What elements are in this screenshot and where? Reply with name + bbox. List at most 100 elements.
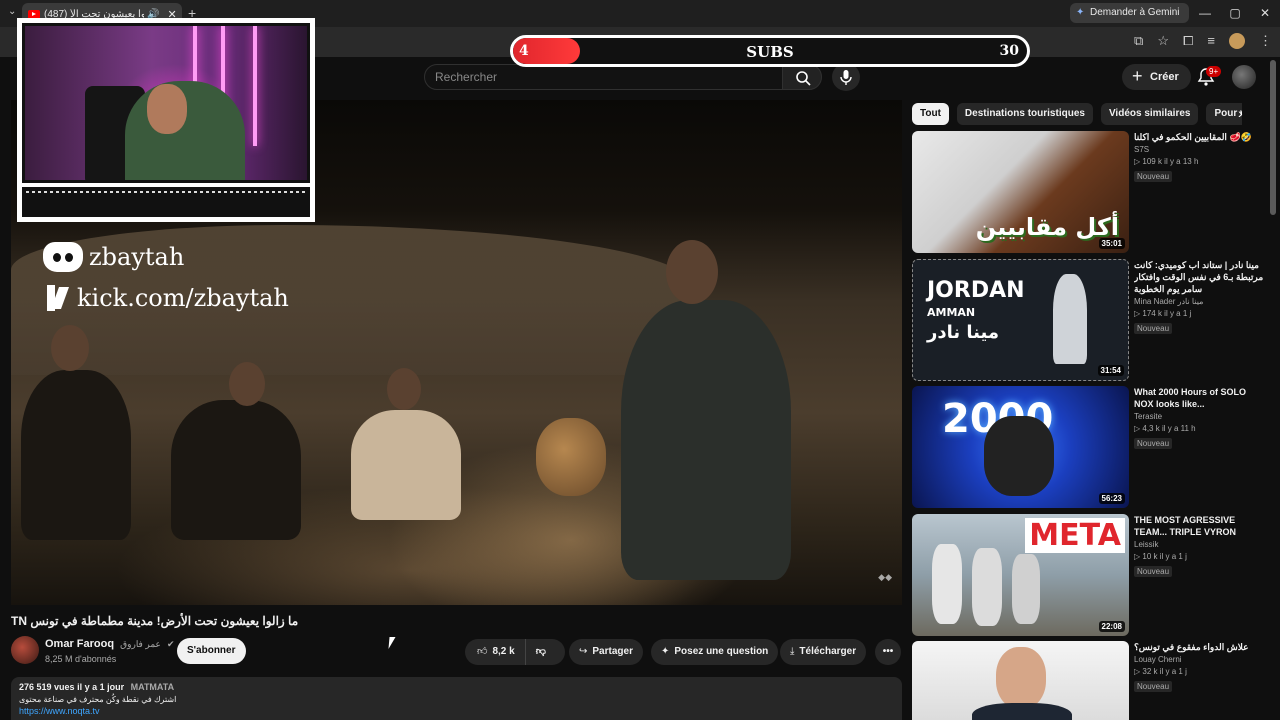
view-count: 276 519 vues [19, 682, 75, 692]
new-badge: Nouveau [1134, 566, 1173, 577]
webcam-frame-strip [22, 187, 310, 217]
channel-alias: عمر فاروق [120, 639, 161, 649]
recommendation-title[interactable]: المقابيين الحكمو في اكلنا 🥩🤣 [1134, 131, 1266, 143]
subs-goal-bar: 4 SUBS 30 [510, 35, 1030, 67]
thumbnail-character [972, 548, 1002, 626]
search-icon [796, 71, 811, 86]
recommendation-info: المقابيين الحكمو في اكلنا 🥩🤣 S7S ▷ 109 k… [1134, 131, 1266, 184]
notifications-badge: 9+ [1206, 66, 1222, 77]
recommendation-title[interactable]: THE MOST AGRESSIVE TEAM... TRIPLE VYRON [1134, 514, 1266, 538]
recommendation-channel[interactable]: Leissik [1134, 540, 1266, 549]
recommendation-item[interactable]: 2000 56:23 What 2000 Hours of SOLO NOX l… [912, 386, 1272, 508]
video-thumbnail[interactable]: أكل مقابيين 35:01 [912, 131, 1129, 253]
description-line: اشترك في نقطة وكُن محترف في صناعة محتوى [19, 695, 177, 704]
webcam-feed [22, 23, 310, 183]
new-badge: Nouveau [1134, 438, 1173, 449]
description-box[interactable]: 276 519 vues il y a 1 jour MATMATA اشترك… [11, 677, 902, 720]
recommendation-title[interactable]: مينا نادر | ستاند اب كوميدي: كانت مرتبطة… [1134, 259, 1266, 295]
create-button[interactable]: Créer [1122, 63, 1191, 90]
cast-icon[interactable]: ⧉ [1134, 33, 1143, 49]
maximize-button[interactable]: ▢ [1220, 0, 1250, 27]
sparkle-icon: ✦ [661, 646, 670, 657]
minimize-button[interactable]: — [1190, 0, 1220, 27]
subscriber-count: 8,25 M d'abonnés [45, 654, 117, 664]
video-frame-person [171, 400, 301, 540]
recommendation-title[interactable]: علاش الدواء مفقوع في تونس؟ [1134, 641, 1266, 653]
video-duration: 31:54 [1097, 365, 1124, 376]
video-frame-person [621, 300, 791, 580]
recommendation-info: مينا نادر | ستاند اب كوميدي: كانت مرتبطة… [1134, 259, 1266, 336]
microphone-icon [840, 70, 852, 85]
browser-menu-icon[interactable]: ⋮ [1259, 33, 1272, 49]
ask-gemini-button[interactable]: Demander à Gemini [1070, 3, 1190, 23]
channel-name-text[interactable]: Omar Farooq [45, 638, 114, 650]
new-badge: Nouveau [1134, 171, 1173, 182]
hashtag[interactable]: MATMATA [131, 682, 174, 692]
download-button[interactable]: ⤓ Télécharger [780, 639, 867, 665]
subs-goal: 30 [999, 43, 1019, 59]
video-frame-face [229, 362, 265, 406]
kick-text: kick.com/zbaytah [77, 284, 289, 312]
recommendation-stats: ▷ 10 k il y a 1 j [1134, 552, 1187, 561]
chip-similar-videos[interactable]: Vidéos similaires [1100, 103, 1199, 125]
chip-all[interactable]: Tout [912, 103, 949, 125]
voice-search-button[interactable] [832, 63, 860, 91]
recommendation-channel[interactable]: Mina Nader مينا نادر [1134, 297, 1266, 306]
video-duration: 22:08 [1098, 621, 1125, 632]
tab-search-chevron-icon[interactable]: ⌄ [8, 6, 16, 17]
description-meta: 276 519 vues il y a 1 jour MATMATA [19, 682, 894, 692]
page-scrollbar[interactable] [1270, 60, 1276, 215]
upload-date: il y a 1 jour [77, 682, 125, 692]
thumbnail-character [1012, 554, 1040, 624]
chips-next-chevron-icon[interactable]: › [1238, 105, 1243, 121]
search-button[interactable] [782, 64, 822, 90]
video-thumbnail[interactable] [912, 641, 1129, 720]
filter-chips: Tout Destinations touristiques Vidéos si… [912, 103, 1242, 125]
recommendation-channel[interactable]: Terasite [1134, 412, 1266, 421]
video-duration: 35:01 [1098, 238, 1125, 249]
chip-tourist-destinations[interactable]: Destinations touristiques [956, 103, 1093, 125]
account-avatar[interactable] [1232, 65, 1256, 89]
toolbar-icons: ⧉ ☆ ⧠ ≡ ⋮ [1134, 33, 1272, 49]
recommendation-channel[interactable]: S7S [1134, 145, 1266, 154]
video-thumbnail[interactable]: META 22:08 [912, 514, 1129, 636]
like-button[interactable]: 👍︎ 8,2 k [465, 639, 526, 665]
thumbnail-person-body [972, 703, 1072, 720]
share-label: Partager [592, 646, 633, 657]
recommendation-channel[interactable]: Louay Cherni [1134, 655, 1266, 664]
thumbnail-arabic-text: مينا نادر [927, 322, 999, 343]
ask-question-button[interactable]: ✦ Posez une question [651, 639, 779, 665]
thumbnail-text: META [1025, 518, 1125, 553]
description-link[interactable]: https://www.noqta.tv [19, 706, 894, 716]
recommendation-title[interactable]: What 2000 Hours of SOLO NOX looks like..… [1134, 386, 1266, 410]
recommendation-item[interactable]: JORDAN AMMAN مينا نادر 31:54 مينا نادر |… [912, 259, 1272, 381]
search-input[interactable]: Rechercher [424, 64, 784, 90]
recommendation-stats: ▷ 109 k il y a 13 h [1134, 157, 1199, 166]
video-thumbnail[interactable]: 2000 56:23 [912, 386, 1129, 508]
recommendation-info: علاش الدواء مفقوع في تونس؟ Louay Cherni … [1134, 641, 1266, 694]
recommendation-stats: ▷ 174 k il y a 1 j [1134, 309, 1192, 318]
video-title: TN ما زالوا يعيشون تحت الأرض! مدينة مطما… [11, 614, 299, 628]
close-window-button[interactable]: ✕ [1250, 0, 1280, 27]
thumbnail-character [984, 416, 1054, 496]
recommendation-stats: ▷ 4,3 k il y a 11 h [1134, 424, 1196, 433]
discord-text: zbaytah [89, 243, 185, 271]
recommendation-item[interactable]: أكل مقابيين 35:01 المقابيين الحكمو في اك… [912, 131, 1272, 253]
recommendation-info: What 2000 Hours of SOLO NOX looks like..… [1134, 386, 1266, 451]
dislike-button[interactable]: 👎︎ [526, 639, 556, 665]
recommendation-item[interactable]: META 22:08 THE MOST AGRESSIVE TEAM... TR… [912, 514, 1272, 636]
video-thumbnail[interactable]: JORDAN AMMAN مينا نادر 31:54 [912, 259, 1129, 381]
channel-name[interactable]: Omar Farooq عمر فاروق ✔ [45, 638, 175, 650]
chip-for-you[interactable]: Pour vous [1206, 103, 1242, 125]
bookmark-star-icon[interactable]: ☆ [1157, 33, 1169, 49]
extensions-icon[interactable]: ⧠ [1183, 33, 1193, 49]
video-frame-jar [536, 418, 606, 496]
media-queue-icon[interactable]: ≡ [1207, 33, 1215, 49]
share-button[interactable]: ↪ Partager [569, 639, 643, 665]
channel-avatar[interactable] [11, 636, 39, 664]
recommendation-item[interactable]: علاش الدواء مفقوع في تونس؟ Louay Cherni … [912, 641, 1272, 720]
profile-avatar[interactable] [1229, 33, 1245, 49]
subscribe-button[interactable]: S'abonner [177, 638, 246, 664]
video-watermark: ◆◆ [878, 572, 892, 582]
more-actions-button[interactable]: ••• [875, 639, 901, 665]
